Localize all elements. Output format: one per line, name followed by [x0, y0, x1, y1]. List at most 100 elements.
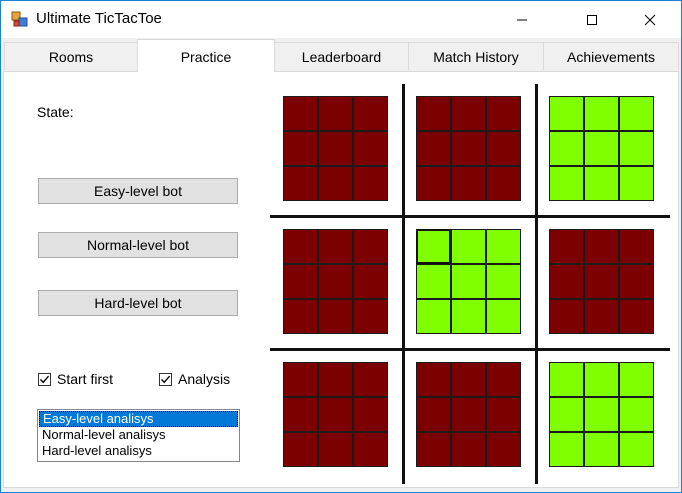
board-cell[interactable]	[318, 131, 353, 166]
hard-bot-button[interactable]: Hard-level bot	[38, 290, 238, 316]
board-cell[interactable]	[451, 264, 486, 299]
board-cell[interactable]	[416, 166, 451, 201]
board-cell[interactable]	[549, 166, 584, 201]
board-cell[interactable]	[549, 264, 584, 299]
board-cell[interactable]	[584, 299, 619, 334]
board-cell[interactable]	[549, 96, 584, 131]
board-cell[interactable]	[451, 229, 486, 264]
board-cell[interactable]	[619, 229, 654, 264]
board-cell[interactable]	[318, 166, 353, 201]
analysis-checkbox[interactable]: Analysis	[159, 371, 230, 387]
board-cell[interactable]	[486, 131, 521, 166]
board-cell[interactable]	[353, 131, 388, 166]
board-cell[interactable]	[416, 96, 451, 131]
board-cell[interactable]	[584, 432, 619, 467]
board-cell[interactable]	[584, 362, 619, 397]
board-cell[interactable]	[619, 397, 654, 432]
checkbox-box[interactable]	[38, 372, 51, 386]
board-cell[interactable]	[318, 264, 353, 299]
board-cell[interactable]	[416, 397, 451, 432]
board-cell[interactable]	[619, 264, 654, 299]
board-cell[interactable]	[353, 96, 388, 131]
board-cell[interactable]	[318, 229, 353, 264]
easy-bot-button[interactable]: Easy-level bot	[38, 178, 238, 204]
board-cell[interactable]	[283, 264, 318, 299]
board-cell[interactable]	[353, 229, 388, 264]
board-cell[interactable]	[549, 131, 584, 166]
board-cell[interactable]	[283, 131, 318, 166]
list-item-easy-analysis[interactable]: Easy-level analisys	[39, 411, 238, 427]
maximize-button[interactable]	[569, 1, 615, 38]
board-cell[interactable]	[451, 362, 486, 397]
board-cell[interactable]	[283, 299, 318, 334]
title-bar[interactable]: Ultimate TicTacToe	[1, 1, 681, 38]
board-cell[interactable]	[451, 432, 486, 467]
board-cell[interactable]	[486, 264, 521, 299]
start-first-checkbox[interactable]: Start first	[38, 371, 113, 387]
tab-leaderboard[interactable]: Leaderboard	[274, 42, 409, 70]
board-cell[interactable]	[584, 397, 619, 432]
board-cell[interactable]	[584, 229, 619, 264]
tab-achievements[interactable]: Achievements	[543, 42, 679, 70]
board-cell[interactable]	[451, 166, 486, 201]
board-cell[interactable]	[486, 229, 521, 264]
list-item-normal-analysis[interactable]: Normal-level analisys	[39, 427, 238, 443]
board-cell[interactable]	[318, 96, 353, 131]
board-cell[interactable]	[353, 362, 388, 397]
normal-bot-button[interactable]: Normal-level bot	[38, 232, 238, 258]
board-cell[interactable]	[549, 397, 584, 432]
board-cell[interactable]	[416, 131, 451, 166]
board-cell[interactable]	[353, 397, 388, 432]
board-cell[interactable]	[318, 362, 353, 397]
board-cell[interactable]	[549, 229, 584, 264]
board-cell[interactable]	[486, 96, 521, 131]
tab-practice[interactable]: Practice	[137, 39, 275, 72]
board-cell[interactable]	[283, 362, 318, 397]
board-cell[interactable]	[486, 397, 521, 432]
board-cell[interactable]	[283, 166, 318, 201]
board-cell[interactable]	[619, 362, 654, 397]
board-cell[interactable]	[486, 299, 521, 334]
board-cell[interactable]	[416, 432, 451, 467]
board-cell[interactable]	[353, 264, 388, 299]
list-item-hard-analysis[interactable]: Hard-level analisys	[39, 443, 238, 459]
board-cell[interactable]	[451, 299, 486, 334]
board-cell[interactable]	[451, 397, 486, 432]
board-cell[interactable]	[549, 432, 584, 467]
board-cell[interactable]	[451, 131, 486, 166]
tab-rooms[interactable]: Rooms	[4, 42, 138, 70]
board-cell[interactable]	[318, 299, 353, 334]
board-cell[interactable]	[619, 131, 654, 166]
analysis-listbox[interactable]: Easy-level analisys Normal-level analisy…	[37, 409, 240, 462]
board-cell[interactable]	[416, 362, 451, 397]
board-cell[interactable]	[619, 96, 654, 131]
board-cell[interactable]	[451, 96, 486, 131]
board-cell[interactable]	[584, 131, 619, 166]
board-cell[interactable]	[318, 397, 353, 432]
board-cell[interactable]	[549, 362, 584, 397]
board-cell[interactable]	[353, 432, 388, 467]
checkbox-box[interactable]	[159, 372, 172, 386]
minimize-button[interactable]	[499, 1, 545, 38]
board-cell[interactable]	[584, 166, 619, 201]
board-cell[interactable]	[283, 96, 318, 131]
board-cell[interactable]	[416, 299, 451, 334]
board-cell[interactable]	[619, 299, 654, 334]
board-cell[interactable]	[416, 264, 451, 299]
board-cell[interactable]	[283, 397, 318, 432]
board-cell[interactable]	[353, 166, 388, 201]
board-cell-highlighted[interactable]	[416, 229, 451, 264]
board-cell[interactable]	[318, 432, 353, 467]
board-cell[interactable]	[353, 299, 388, 334]
board-cell[interactable]	[283, 229, 318, 264]
board-cell[interactable]	[619, 166, 654, 201]
board-cell[interactable]	[486, 166, 521, 201]
board-cell[interactable]	[584, 96, 619, 131]
board-cell[interactable]	[549, 299, 584, 334]
board-cell[interactable]	[486, 362, 521, 397]
tab-match-history[interactable]: Match History	[408, 42, 544, 70]
board-cell[interactable]	[619, 432, 654, 467]
board-cell[interactable]	[486, 432, 521, 467]
board-cell[interactable]	[584, 264, 619, 299]
close-button[interactable]	[627, 1, 673, 38]
